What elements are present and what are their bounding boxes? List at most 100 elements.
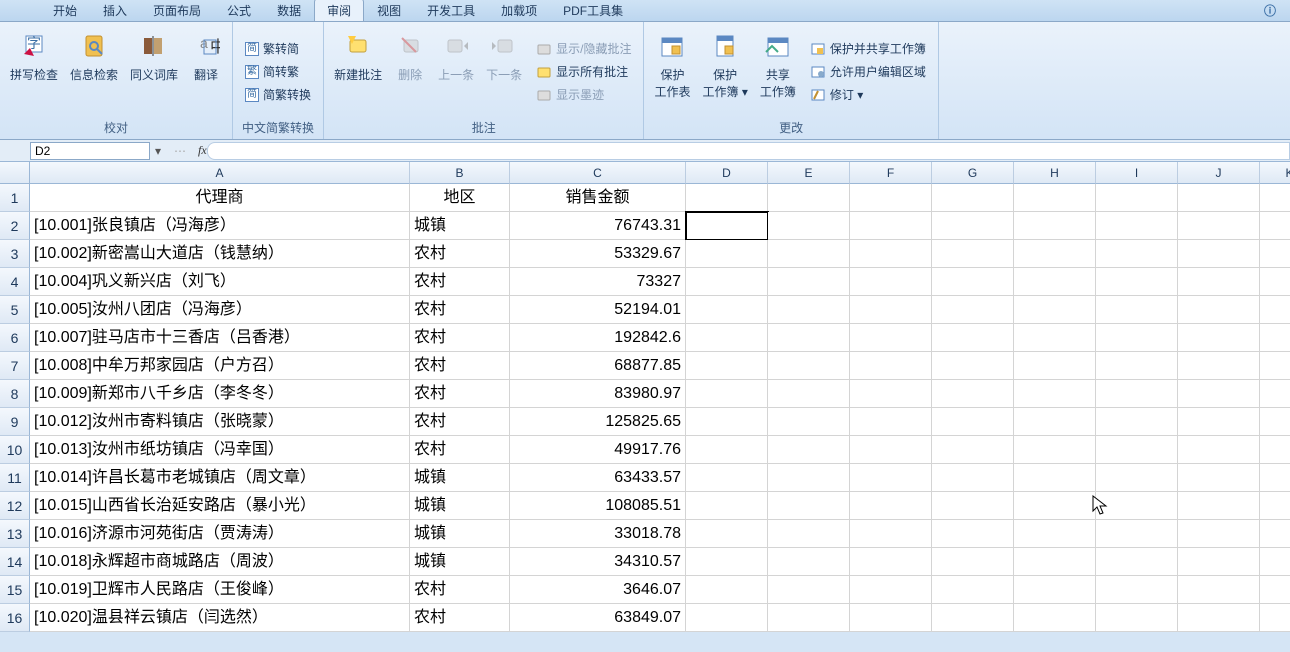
column-header-J[interactable]: J: [1178, 162, 1260, 184]
cell-I7[interactable]: [1096, 352, 1178, 380]
row-header-16[interactable]: 16: [0, 604, 30, 632]
row-header-3[interactable]: 3: [0, 240, 30, 268]
cell-F2[interactable]: [850, 212, 932, 240]
cell-D5[interactable]: [686, 296, 768, 324]
cell-F3[interactable]: [850, 240, 932, 268]
cell-K10[interactable]: [1260, 436, 1290, 464]
protect-sheet-button[interactable]: 保护工作表: [648, 26, 696, 117]
cell-F4[interactable]: [850, 268, 932, 296]
cell-K2[interactable]: [1260, 212, 1290, 240]
cell-A6[interactable]: [10.007]驻马店市十三香店（吕香港）: [30, 324, 410, 352]
cell-A10[interactable]: [10.013]汝州市纸坊镇店（冯幸国）: [30, 436, 410, 464]
new-comment-button[interactable]: 新建批注: [328, 26, 388, 117]
cell-F6[interactable]: [850, 324, 932, 352]
cell-F9[interactable]: [850, 408, 932, 436]
cell-K14[interactable]: [1260, 548, 1290, 576]
cell-J6[interactable]: [1178, 324, 1260, 352]
tab-PDF工具集[interactable]: PDF工具集: [550, 0, 636, 21]
cell-J2[interactable]: [1178, 212, 1260, 240]
cell-I9[interactable]: [1096, 408, 1178, 436]
row-header-7[interactable]: 7: [0, 352, 30, 380]
column-header-H[interactable]: H: [1014, 162, 1096, 184]
cell-C4[interactable]: 73327: [510, 268, 686, 296]
cell-G10[interactable]: [932, 436, 1014, 464]
cell-B9[interactable]: 农村: [410, 408, 510, 436]
cell-E16[interactable]: [768, 604, 850, 632]
cell-C9[interactable]: 125825.65: [510, 408, 686, 436]
cell-G9[interactable]: [932, 408, 1014, 436]
cell-F12[interactable]: [850, 492, 932, 520]
cell-D15[interactable]: [686, 576, 768, 604]
tab-审阅[interactable]: 审阅: [314, 0, 364, 21]
column-header-B[interactable]: B: [410, 162, 510, 184]
cell-G1[interactable]: [932, 184, 1014, 212]
cell-B4[interactable]: 农村: [410, 268, 510, 296]
cell-B13[interactable]: 城镇: [410, 520, 510, 548]
cell-F8[interactable]: [850, 380, 932, 408]
cell-D4[interactable]: [686, 268, 768, 296]
cell-A1[interactable]: 代理商: [30, 184, 410, 212]
share-workbook-button[interactable]: 共享工作簿: [754, 26, 802, 117]
cell-I5[interactable]: [1096, 296, 1178, 324]
cell-K5[interactable]: [1260, 296, 1290, 324]
cell-J11[interactable]: [1178, 464, 1260, 492]
cell-G12[interactable]: [932, 492, 1014, 520]
cell-H9[interactable]: [1014, 408, 1096, 436]
cell-G5[interactable]: [932, 296, 1014, 324]
s2t-button[interactable]: 繁简转繁: [241, 61, 315, 82]
cell-G7[interactable]: [932, 352, 1014, 380]
cell-D2[interactable]: [686, 212, 768, 240]
cell-B3[interactable]: 农村: [410, 240, 510, 268]
cell-A13[interactable]: [10.016]济源市河苑街店（贾涛涛）: [30, 520, 410, 548]
name-box-dropdown[interactable]: ▾: [150, 144, 166, 158]
cell-D1[interactable]: [686, 184, 768, 212]
cell-B12[interactable]: 城镇: [410, 492, 510, 520]
cell-H11[interactable]: [1014, 464, 1096, 492]
cell-K8[interactable]: [1260, 380, 1290, 408]
cell-E8[interactable]: [768, 380, 850, 408]
cell-C10[interactable]: 49917.76: [510, 436, 686, 464]
protect-share-button[interactable]: 保护并共享工作簿: [806, 38, 930, 59]
tab-开始[interactable]: 开始: [40, 0, 90, 21]
cell-D14[interactable]: [686, 548, 768, 576]
cell-G2[interactable]: [932, 212, 1014, 240]
cell-J12[interactable]: [1178, 492, 1260, 520]
cell-J3[interactable]: [1178, 240, 1260, 268]
cell-K1[interactable]: [1260, 184, 1290, 212]
cell-C12[interactable]: 108085.51: [510, 492, 686, 520]
cell-A11[interactable]: [10.014]许昌长葛市老城镇店（周文章）: [30, 464, 410, 492]
cell-J7[interactable]: [1178, 352, 1260, 380]
cell-J13[interactable]: [1178, 520, 1260, 548]
cell-I11[interactable]: [1096, 464, 1178, 492]
cell-B10[interactable]: 农村: [410, 436, 510, 464]
cell-H16[interactable]: [1014, 604, 1096, 632]
row-header-12[interactable]: 12: [0, 492, 30, 520]
cell-E7[interactable]: [768, 352, 850, 380]
column-header-A[interactable]: A: [30, 162, 410, 184]
cell-I4[interactable]: [1096, 268, 1178, 296]
cell-A4[interactable]: [10.004]巩义新兴店（刘飞）: [30, 268, 410, 296]
cell-C7[interactable]: 68877.85: [510, 352, 686, 380]
st-conv-button[interactable]: 简简繁转换: [241, 84, 315, 105]
row-header-2[interactable]: 2: [0, 212, 30, 240]
row-header-1[interactable]: 1: [0, 184, 30, 212]
fx-expand-icon[interactable]: ⋯: [174, 144, 186, 158]
tab-视图[interactable]: 视图: [364, 0, 414, 21]
track-changes-button[interactable]: 修订 ▾: [806, 84, 930, 105]
cell-E10[interactable]: [768, 436, 850, 464]
cell-I10[interactable]: [1096, 436, 1178, 464]
cell-J15[interactable]: [1178, 576, 1260, 604]
cell-I6[interactable]: [1096, 324, 1178, 352]
cell-I12[interactable]: [1096, 492, 1178, 520]
cell-H14[interactable]: [1014, 548, 1096, 576]
cell-D12[interactable]: [686, 492, 768, 520]
cell-B5[interactable]: 农村: [410, 296, 510, 324]
cell-C14[interactable]: 34310.57: [510, 548, 686, 576]
row-header-8[interactable]: 8: [0, 380, 30, 408]
cell-G13[interactable]: [932, 520, 1014, 548]
row-header-10[interactable]: 10: [0, 436, 30, 464]
select-all-corner[interactable]: [0, 162, 30, 184]
cell-K3[interactable]: [1260, 240, 1290, 268]
cell-A9[interactable]: [10.012]汝州市寄料镇店（张晓蒙）: [30, 408, 410, 436]
tab-开发工具[interactable]: 开发工具: [414, 0, 488, 21]
